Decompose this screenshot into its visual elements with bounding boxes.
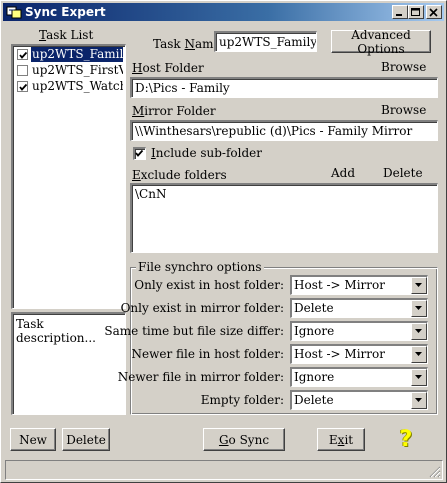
title-bar[interactable]: Sync Expert	[3, 3, 444, 21]
mirror-folder-label: Mirror Folder	[132, 104, 216, 118]
task-checkbox-firstvie[interactable]	[17, 65, 28, 76]
help-icon: ?	[399, 427, 413, 452]
host-folder-input[interactable]: D:\Pics - Family	[130, 77, 438, 98]
task-list-label: Task List	[39, 28, 94, 42]
select-value: Ignore	[294, 324, 335, 338]
mirror-browse-link[interactable]: Browse	[381, 103, 426, 117]
option-select-only-mirror[interactable]: Delete	[290, 298, 428, 318]
exclude-delete-link[interactable]: Delete	[383, 166, 423, 180]
option-select-newer-mirror[interactable]: Ignore	[290, 367, 428, 387]
select-value: Delete	[294, 301, 334, 315]
exclude-folders-list[interactable]: \CnN	[130, 183, 438, 253]
exit-button[interactable]: Ex it	[317, 428, 365, 451]
option-label-only-mirror: Only exist in mirror folder:	[120, 301, 284, 315]
maximize-button[interactable]	[408, 5, 424, 19]
status-bar	[5, 460, 443, 480]
dropdown-arrow-button[interactable]	[411, 369, 427, 386]
close-icon	[429, 8, 438, 17]
exclude-folder-item[interactable]: \CnN	[135, 187, 434, 201]
dropdown-arrow-button[interactable]	[411, 277, 427, 294]
chevron-down-icon	[415, 329, 422, 333]
option-select-size-differ[interactable]: Ignore	[290, 321, 428, 341]
host-folder-label: Host Folder	[132, 61, 204, 75]
window-title: Sync Expert	[25, 5, 106, 19]
option-label-size-differ: Same time but file size differ:	[104, 324, 284, 338]
advanced-options-button[interactable]: Advanced Options	[331, 28, 431, 56]
task-checkbox-watchth[interactable]	[17, 81, 28, 92]
chevron-down-icon	[415, 306, 422, 310]
minimize-button[interactable]	[392, 5, 408, 19]
task-label: up2WTS_WatchTH	[32, 79, 123, 93]
dropdown-arrow-button[interactable]	[411, 346, 427, 363]
chevron-down-icon	[415, 283, 422, 287]
sync-app-icon	[6, 5, 22, 19]
task-item-watchth[interactable]: up2WTS_WatchTH	[15, 79, 123, 95]
dropdown-arrow-button[interactable]	[411, 323, 427, 340]
task-checkbox-family[interactable]	[17, 49, 28, 60]
mirror-folder-input[interactable]: \\Winthesars\republic (d)\Pics - Family …	[130, 120, 438, 141]
checkmark-icon	[19, 51, 28, 59]
chevron-down-icon	[415, 375, 422, 379]
app-window: Sync Expert Task List up2WTS_Family up2W…	[0, 0, 447, 483]
select-value: Ignore	[294, 370, 335, 384]
task-label: up2WTS_FirstVIE	[32, 63, 123, 77]
new-button[interactable]: New	[10, 428, 56, 451]
exclude-add-link[interactable]: Add	[331, 166, 355, 180]
option-select-empty-folder[interactable]: Delete	[290, 390, 428, 410]
chevron-down-icon	[415, 398, 422, 402]
include-subfolder-checkbox[interactable]	[133, 147, 146, 160]
go-sync-button[interactable]: Go Sync	[203, 428, 285, 451]
select-value: Delete	[294, 393, 334, 407]
select-value: Host -> Mirror	[294, 347, 385, 361]
minimize-icon	[396, 14, 402, 16]
checkmark-icon	[135, 149, 144, 157]
resize-grip-icon[interactable]	[429, 466, 441, 478]
checkmark-icon	[19, 83, 28, 91]
task-item-family[interactable]: up2WTS_Family	[15, 47, 123, 63]
chevron-down-icon	[415, 352, 422, 356]
include-subfolder-label[interactable]: Include sub-folder	[151, 146, 262, 160]
dropdown-arrow-button[interactable]	[411, 300, 427, 317]
task-label: up2WTS_Family	[29, 47, 123, 63]
task-item-firstvie[interactable]: up2WTS_FirstVIE	[15, 63, 123, 79]
option-label-newer-host: Newer file in host folder:	[131, 347, 284, 361]
option-select-only-host[interactable]: Host -> Mirror	[290, 275, 428, 295]
host-browse-link[interactable]: Browse	[381, 60, 426, 74]
exclude-folders-label: Exclude folders	[132, 168, 227, 182]
help-button[interactable]: ?	[384, 427, 428, 452]
option-label-empty-folder: Empty folder:	[200, 393, 284, 407]
delete-button[interactable]: Delete	[62, 428, 110, 451]
task-name-input[interactable]: up2WTS_Family	[214, 31, 317, 52]
close-button[interactable]	[426, 5, 442, 19]
maximize-icon	[411, 8, 420, 16]
file-synchro-options-title: File synchro options	[136, 260, 264, 274]
option-select-newer-host[interactable]: Host -> Mirror	[290, 344, 428, 364]
option-label-newer-mirror: Newer file in mirror folder:	[117, 370, 284, 384]
task-list[interactable]: up2WTS_Family up2WTS_FirstVIE up2WTS_Wat…	[11, 44, 126, 309]
select-value: Host -> Mirror	[294, 278, 385, 292]
dropdown-arrow-button[interactable]	[411, 392, 427, 409]
option-label-only-host: Only exist in host folder:	[134, 278, 284, 292]
